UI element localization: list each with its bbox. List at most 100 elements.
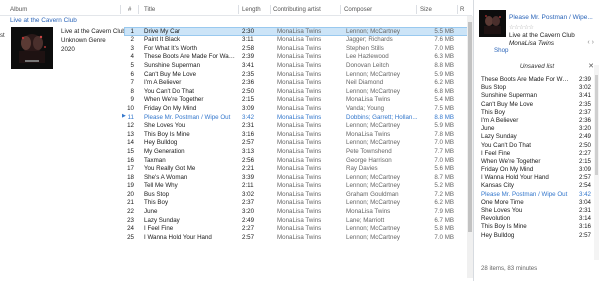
list-item[interactable]: When We're Together 2:15 — [481, 158, 591, 166]
table-row[interactable]: 20 Bus Stop 3:02 MonaLisa Twins Graham Gould… — [124, 190, 468, 199]
track-composer: Ray Davies — [346, 165, 378, 173]
list-item[interactable]: Hey Bulldog 2:57 — [481, 232, 591, 240]
list-item-duration: 2:35 — [578, 100, 591, 108]
column-composer[interactable]: Composer — [344, 6, 372, 13]
column-divider[interactable] — [120, 5, 121, 14]
table-row[interactable]: 5 Sunshine Superman 3:41 MonaLisa Twins Dono… — [124, 61, 468, 70]
table-row[interactable]: 6 Can't Buy Me Love 2:35 MonaLisa Twins Lenn… — [124, 70, 468, 79]
table-row[interactable]: 1 Drive My Car 2:30 MonaLisa Twins Lennon; M… — [124, 27, 468, 36]
table-row[interactable]: 15 My Generation 3:13 MonaLisa Twins Pete To… — [124, 147, 468, 156]
track-length: 3:41 — [242, 61, 255, 69]
list-item-title: These Boots Are Made For Walkin' — [481, 76, 569, 83]
column-title[interactable]: Title — [144, 6, 155, 13]
column-length[interactable]: Length — [242, 6, 261, 13]
table-row[interactable]: 14 Hey Bulldog 2:57 MonaLisa Twins Lennon; M… — [124, 139, 468, 148]
list-item[interactable]: This Boy Is Mine 3:16 — [481, 223, 591, 231]
now-playing-album: Live at the Cavern Club — [509, 32, 575, 39]
table-row[interactable]: 22 June 3:20 MonaLisa Twins MonaLisa Twins 7.… — [124, 207, 468, 216]
track-length: 2:30 — [242, 27, 255, 35]
album-art-image — [11, 27, 53, 69]
album-group-title[interactable]: Live at the Cavern Club — [10, 17, 77, 24]
list-title[interactable]: Unsaved list — [474, 63, 600, 70]
list-item[interactable]: Kansas City 2:54 — [481, 182, 591, 190]
now-playing-title[interactable]: Please Mr. Postman / Wipe... — [509, 14, 599, 21]
list-item[interactable]: She Loves You 2:31 — [481, 207, 591, 215]
list-item[interactable]: This Boy 2:37 — [481, 109, 591, 117]
table-row[interactable]: 19 Tell Me Why 2:11 MonaLisa Twins Lennon; M… — [124, 182, 468, 191]
album-meta-year: 2020 — [61, 46, 75, 53]
track-length: 2:58 — [242, 44, 255, 52]
column-size[interactable]: Size — [420, 6, 432, 13]
list-item[interactable]: One More Time 3:04 — [481, 199, 591, 207]
track-artist: MonaLisa Twins — [277, 27, 322, 35]
list-scrollbar-thumb[interactable] — [595, 75, 598, 175]
track-artist: MonaLisa Twins — [277, 225, 322, 233]
track-size: 7.0 MB — [434, 139, 454, 147]
column-album[interactable]: Album — [10, 6, 27, 13]
track-composer: Lennon; McCartney — [346, 139, 400, 147]
table-row[interactable]: 9 When We're Together 2:15 MonaLisa Twins Mo… — [124, 96, 468, 105]
column-rating[interactable]: R — [460, 6, 464, 13]
track-artist: MonaLisa Twins — [277, 87, 322, 95]
track-number: 24 — [127, 225, 134, 233]
list-item-duration: 2:54 — [578, 182, 591, 190]
list-item[interactable]: Lazy Sunday 2:49 — [481, 133, 591, 141]
now-playing-art[interactable] — [479, 10, 506, 37]
list-item[interactable]: I Feel Fine 2:27 — [481, 150, 591, 158]
track-number: 19 — [127, 182, 134, 190]
list-item[interactable]: Revolution 3:14 — [481, 215, 591, 223]
column-divider[interactable] — [270, 5, 271, 14]
table-row[interactable]: 24 I Feel Fine 2:27 MonaLisa Twins Lennon; M… — [124, 225, 468, 234]
table-row[interactable]: 4 These Boots Are Made For Walkin' 2:39 Mon… — [124, 53, 468, 62]
list-item[interactable]: Please Mr. Postman / Wipe Out 3:42 — [481, 191, 591, 199]
library-scrollbar-thumb[interactable] — [468, 22, 472, 232]
table-row[interactable]: 23 Lazy Sunday 2:49 MonaLisa Twins Lane; Mar… — [124, 216, 468, 225]
table-row[interactable]: ▶ 11 Please Mr. Postman / Wipe Out 3:42 Mona… — [122, 113, 468, 122]
table-row[interactable]: 21 This Boy 2:37 MonaLisa Twins Lennon; McCa… — [124, 199, 468, 208]
table-row[interactable]: 17 You Really Got Me 2:21 MonaLisa Twins Ray… — [124, 165, 468, 174]
list-scrollbar[interactable] — [594, 65, 599, 260]
chevron-nav-icon[interactable]: ‹ › — [587, 39, 594, 46]
table-row[interactable]: 25 I Wanna Hold Your Hand 2:57 MonaLisa Twi… — [124, 233, 468, 242]
column-divider[interactable] — [238, 5, 239, 14]
list-item-duration: 3:02 — [578, 84, 591, 92]
list-item-title: You Can't Do That — [481, 141, 532, 149]
track-composer: Vanda; Young — [346, 104, 385, 112]
track-number: 2 — [130, 36, 134, 44]
track-title: June — [144, 208, 158, 216]
rating-stars[interactable]: ☆☆☆☆☆ — [509, 24, 534, 31]
column-artist[interactable]: Contributing artist — [273, 6, 321, 13]
list-item[interactable]: I Wanna Hold Your Hand 2:57 — [481, 174, 591, 182]
table-row[interactable]: 7 I'm A Believer 2:36 MonaLisa Twins Neil Di… — [124, 79, 468, 88]
table-row[interactable]: 18 She's A Woman 3:39 MonaLisa Twins Lennon;… — [124, 173, 468, 182]
track-composer: Lennon; McCartney — [346, 87, 400, 95]
column-divider[interactable] — [457, 5, 458, 14]
track-artist: MonaLisa Twins — [277, 182, 322, 190]
list-item[interactable]: I'm A Believer 2:36 — [481, 117, 591, 125]
list-item[interactable]: Friday On My Mind 3:09 — [481, 166, 591, 174]
column-divider[interactable] — [138, 5, 139, 14]
column-divider[interactable] — [340, 5, 341, 14]
track-title: This Boy — [144, 199, 169, 207]
table-row[interactable]: 16 Taxman 2:56 MonaLisa Twins George Harriso… — [124, 156, 468, 165]
track-composer: Lennon; McCartney — [346, 182, 400, 190]
table-row[interactable]: 13 This Boy Is Mine 3:16 MonaLisa Twins Mona… — [124, 130, 468, 139]
track-number: 10 — [127, 104, 134, 112]
media-player-window: Album # Title Length Contributing artist… — [0, 0, 600, 281]
table-row[interactable]: 10 Friday On My Mind 3:09 MonaLisa Twins Van… — [124, 104, 468, 113]
list-item[interactable]: These Boots Are Made For Walkin' 2:39 — [481, 76, 591, 84]
table-row[interactable]: 12 She Loves You 2:31 MonaLisa Twins Lennon;… — [124, 122, 468, 131]
list-item[interactable]: Bus Stop 3:02 — [481, 84, 591, 92]
column-number[interactable]: # — [128, 6, 131, 13]
table-row[interactable]: 2 Paint It Black 3:11 MonaLisa Twins Jagger;… — [124, 36, 468, 45]
list-item[interactable]: June 3:20 — [481, 125, 591, 133]
table-row[interactable]: 8 You Can't Do That 2:50 MonaLisa Twins Lenn… — [124, 87, 468, 96]
column-divider[interactable] — [416, 5, 417, 14]
list-item[interactable]: You Can't Do That 2:50 — [481, 142, 591, 150]
list-item-title: Hey Bulldog — [481, 231, 515, 239]
table-row[interactable]: 3 For What It's Worth 2:58 MonaLisa Twins St… — [124, 44, 468, 53]
shop-link[interactable]: Shop — [494, 47, 508, 54]
list-item[interactable]: Can't Buy Me Love 2:35 — [481, 101, 591, 109]
album-art[interactable] — [11, 27, 53, 69]
list-item[interactable]: Sunshine Superman 3:41 — [481, 92, 591, 100]
